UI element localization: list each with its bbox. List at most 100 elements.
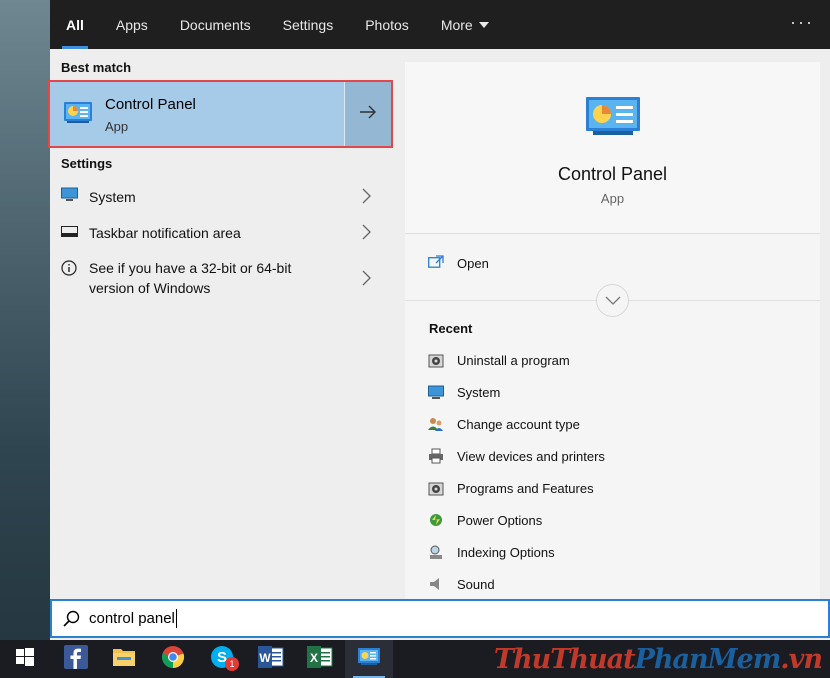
facebook-icon xyxy=(64,644,88,674)
recent-item-label: Power Options xyxy=(457,512,543,528)
taskbar-excel[interactable]: X xyxy=(296,640,344,678)
chrome-icon xyxy=(161,645,185,674)
chevron-right-icon xyxy=(362,224,371,243)
tab-photos-label: Photos xyxy=(365,16,409,33)
recent-item-label: View devices and printers xyxy=(457,448,605,464)
start-button[interactable] xyxy=(1,640,49,678)
recent-item-uninstall[interactable]: Uninstall a program xyxy=(428,351,570,369)
recent-item-account[interactable]: Change account type xyxy=(428,415,580,433)
tab-apps-label: Apps xyxy=(115,16,148,33)
recent-item-label: Indexing Options xyxy=(457,544,555,560)
tab-all[interactable]: All xyxy=(50,0,100,49)
settings-item-system[interactable]: System xyxy=(50,185,393,209)
settings-item-label: System xyxy=(89,189,136,205)
programs-icon xyxy=(428,480,444,496)
control-panel-icon xyxy=(585,95,641,142)
settings-item-bitness[interactable]: See if you have a 32-bit or 64-bit versi… xyxy=(50,258,393,302)
tab-documents[interactable]: Documents xyxy=(164,0,267,49)
file-explorer-icon xyxy=(112,646,136,673)
search-flyout: All Apps Documents Settings Photos More … xyxy=(48,0,830,640)
recent-heading: Recent xyxy=(429,321,473,336)
watermark-part2: PhanMem xyxy=(634,644,782,675)
preview-subtitle: App xyxy=(600,191,625,206)
settings-item-label: See if you have a 32-bit or 64-bit versi… xyxy=(89,260,292,296)
skype-badge: 1 xyxy=(225,657,239,671)
results-list: Best match Control Panel App Settings Sy… xyxy=(48,49,393,599)
taskbar-word[interactable]: W xyxy=(247,640,295,678)
recent-item-system[interactable]: System xyxy=(428,383,500,401)
taskbar-control-panel[interactable] xyxy=(345,640,393,678)
printer-icon xyxy=(428,448,444,464)
expand-button[interactable] xyxy=(596,284,629,317)
best-match-title: Control Panel xyxy=(105,96,196,113)
word-icon: W xyxy=(258,645,284,673)
watermark-part3: .vn xyxy=(780,644,823,675)
recent-item-devices[interactable]: View devices and printers xyxy=(428,447,605,465)
search-filter-tabs: All Apps Documents Settings Photos More … xyxy=(50,0,830,49)
tab-settings[interactable]: Settings xyxy=(267,0,350,49)
start-icon xyxy=(16,647,34,671)
recent-item-programs[interactable]: Programs and Features xyxy=(428,479,594,497)
watermark-logo: ThuThuatPhanMem.vn xyxy=(493,644,823,675)
recent-item-label: Change account type xyxy=(457,416,580,432)
recent-item-label: System xyxy=(457,384,501,400)
tab-settings-label: Settings xyxy=(282,16,334,33)
speaker-icon xyxy=(428,576,444,592)
tab-all-label: All xyxy=(66,16,84,33)
best-match-subtitle: App xyxy=(105,119,129,134)
recent-item-label: Sound xyxy=(457,576,495,592)
taskbar-icon xyxy=(61,225,78,241)
power-icon xyxy=(428,512,444,528)
svg-text:W: W xyxy=(259,651,271,665)
caret-down-icon xyxy=(478,21,489,28)
recent-item-sound[interactable]: Sound xyxy=(428,575,495,593)
preview-title: Control Panel xyxy=(557,164,668,184)
programs-icon xyxy=(428,352,444,368)
tab-documents-label: Documents xyxy=(179,16,251,33)
chevron-right-icon xyxy=(362,188,371,207)
chevron-right-icon xyxy=(362,270,371,289)
monitor-icon xyxy=(428,384,444,400)
recent-item-indexing[interactable]: Indexing Options xyxy=(428,543,555,561)
recent-item-label: Uninstall a program xyxy=(457,352,570,368)
taskbar-chrome[interactable] xyxy=(149,640,197,678)
preview-header: Control Panel App xyxy=(405,62,820,234)
open-icon xyxy=(428,255,444,271)
ellipsis-icon[interactable]: ··· xyxy=(790,12,814,33)
arrow-right-icon xyxy=(359,105,377,124)
watermark-part1: ThuThuat xyxy=(493,644,636,675)
chevron-down-icon xyxy=(605,292,621,310)
tab-more-label: More xyxy=(440,16,473,33)
tab-more[interactable]: More xyxy=(425,0,505,49)
monitor-icon xyxy=(61,187,78,205)
open-action[interactable]: Open xyxy=(428,255,489,271)
control-panel-icon xyxy=(63,100,93,129)
open-label: Open xyxy=(457,255,489,271)
tab-apps[interactable]: Apps xyxy=(100,0,164,49)
best-match-heading: Best match xyxy=(61,60,132,75)
taskbar-facebook[interactable] xyxy=(52,640,100,678)
taskbar-skype[interactable]: S 1 xyxy=(198,640,246,678)
best-match-main[interactable]: Control Panel App xyxy=(50,82,344,146)
settings-heading: Settings xyxy=(61,156,113,171)
recent-item-power[interactable]: Power Options xyxy=(428,511,542,529)
control-panel-icon xyxy=(357,647,381,672)
excel-icon: X xyxy=(307,645,333,673)
best-match-result[interactable]: Control Panel App xyxy=(48,80,393,148)
search-box[interactable]: control panel xyxy=(50,599,830,638)
desktop-wallpaper xyxy=(0,0,50,640)
users-icon xyxy=(428,416,444,432)
preview-pane: Control Panel App Open Recent Uninstall … xyxy=(405,62,820,600)
svg-text:X: X xyxy=(310,651,318,665)
indexing-icon xyxy=(428,544,444,560)
settings-item-taskbar[interactable]: Taskbar notification area xyxy=(50,221,393,245)
info-icon xyxy=(61,260,77,279)
settings-item-label: Taskbar notification area xyxy=(89,225,241,241)
open-preview-button[interactable] xyxy=(344,82,391,146)
text-cursor xyxy=(176,609,177,628)
tab-photos[interactable]: Photos xyxy=(349,0,425,49)
recent-item-label: Programs and Features xyxy=(457,480,594,496)
search-input[interactable]: control panel xyxy=(89,610,175,627)
taskbar-file-explorer[interactable] xyxy=(100,640,148,678)
search-icon xyxy=(63,610,80,632)
